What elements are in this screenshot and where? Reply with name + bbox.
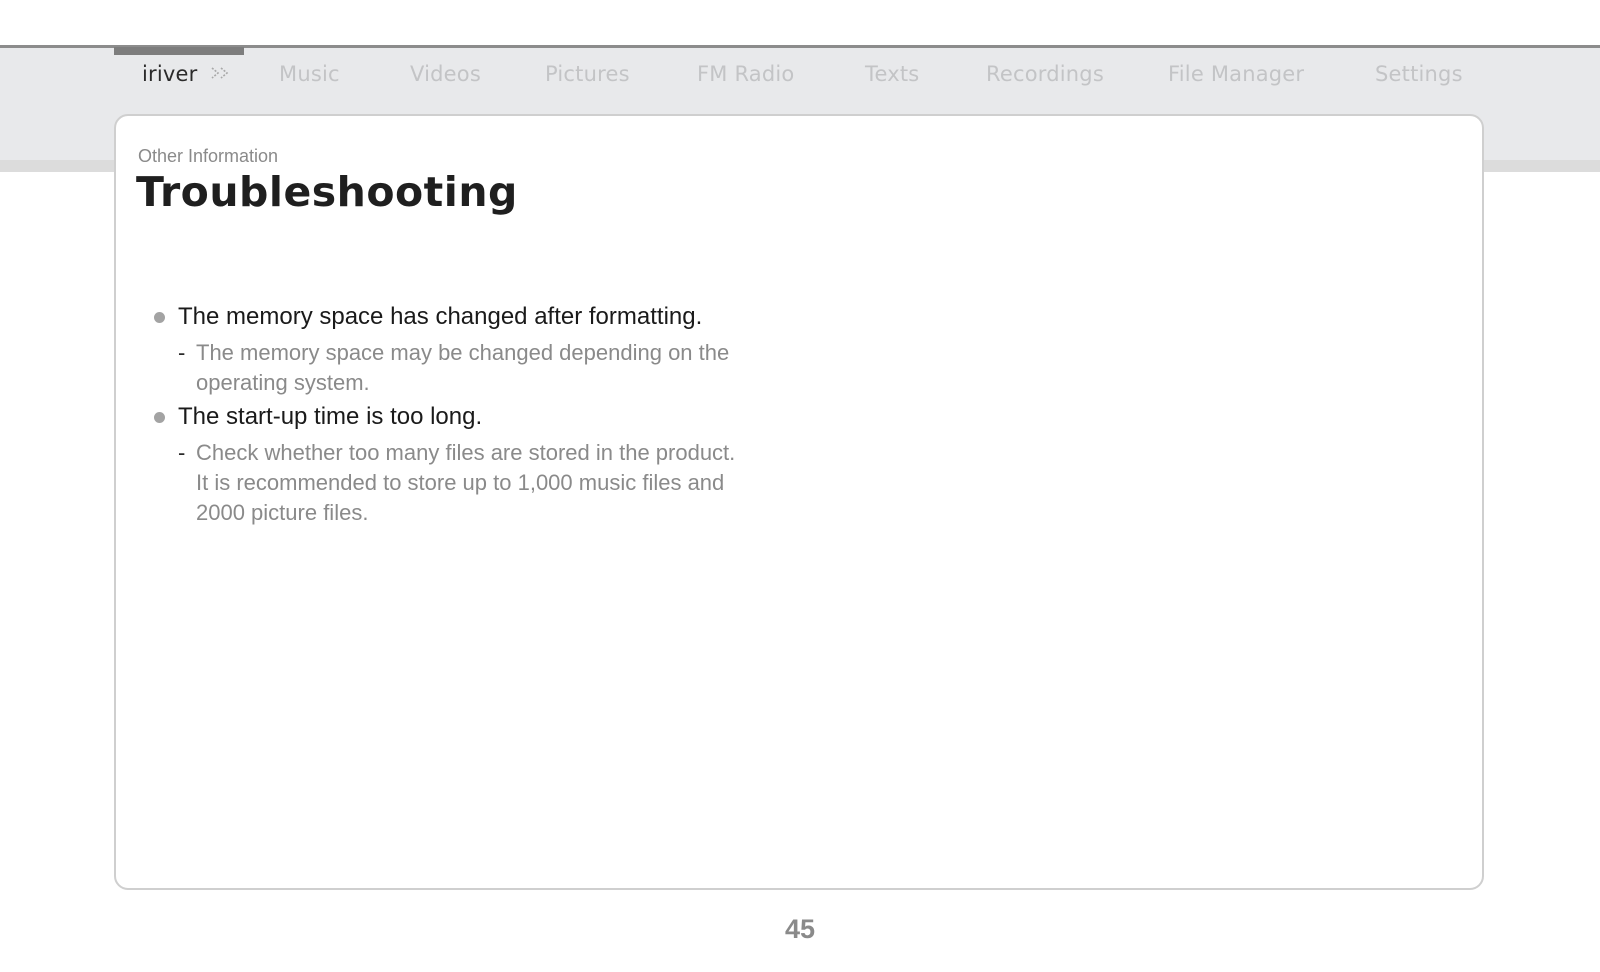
- nav-item-pictures[interactable]: Pictures: [545, 62, 630, 86]
- bullet-icon: [154, 412, 165, 423]
- manual-page: iriver Music Videos Pictures FM Radio Te…: [0, 0, 1600, 972]
- double-chevron-right-icon: [210, 61, 232, 85]
- list-item-question: The memory space has changed after forma…: [116, 302, 836, 332]
- nav-item-fm-radio[interactable]: FM Radio: [697, 62, 794, 86]
- nav-item-file-manager[interactable]: File Manager: [1168, 62, 1304, 86]
- answer-line: operating system.: [196, 370, 370, 395]
- section-label: Other Information: [138, 146, 279, 166]
- page-title: Troubleshooting: [136, 168, 518, 216]
- answer-line: The memory space may be changed dependin…: [196, 340, 730, 365]
- nav-item-recordings[interactable]: Recordings: [986, 62, 1104, 86]
- question-text: The memory space has changed after forma…: [178, 303, 703, 330]
- dash-marker: -: [178, 440, 186, 465]
- bullet-icon: [154, 312, 165, 323]
- list-item-question: The start-up time is too long.: [116, 402, 836, 432]
- answer-line: 2000 picture files.: [196, 500, 369, 525]
- nav-item-settings[interactable]: Settings: [1375, 62, 1463, 86]
- page-number: 45: [784, 914, 816, 944]
- brand-label: iriver: [142, 62, 198, 86]
- question-text: The start-up time is too long.: [178, 403, 483, 430]
- list-item-answer: - Check whether too many files are store…: [116, 438, 836, 528]
- dash-marker: -: [178, 340, 186, 365]
- answer-line: Check whether too many files are stored …: [196, 440, 736, 465]
- top-navigation: iriver Music Videos Pictures FM Radio Te…: [0, 62, 1600, 102]
- nav-active-marker: [114, 47, 244, 55]
- content-card: Other Information Troubleshooting The me…: [114, 114, 1484, 890]
- list-item-answer: - The memory space may be changed depend…: [116, 338, 836, 398]
- nav-brand-link[interactable]: iriver: [142, 62, 232, 86]
- nav-item-videos[interactable]: Videos: [410, 62, 481, 86]
- nav-item-music[interactable]: Music: [279, 62, 340, 86]
- nav-item-texts[interactable]: Texts: [865, 62, 919, 86]
- troubleshooting-list: The memory space has changed after forma…: [116, 302, 836, 532]
- answer-line: It is recommended to store up to 1,000 m…: [196, 470, 725, 495]
